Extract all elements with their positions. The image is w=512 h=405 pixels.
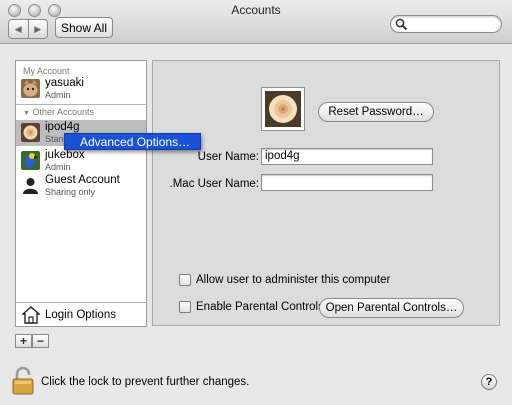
add-account-button[interactable]: +	[15, 334, 32, 348]
help-button[interactable]: ?	[481, 374, 497, 390]
parental-controls-label: Enable Parental Controls	[196, 301, 324, 313]
allow-admin-label: Allow user to administer this computer	[196, 274, 391, 286]
mac-user-name-field[interactable]	[261, 174, 433, 191]
lock-icon[interactable]	[11, 366, 35, 396]
account-name: jukebox	[45, 149, 85, 161]
rose-avatar-icon	[21, 123, 40, 142]
parrot-avatar-icon	[21, 151, 40, 170]
my-account-header: My Account	[23, 66, 70, 76]
account-name: ipod4g	[45, 121, 80, 133]
rose-picture-icon	[265, 91, 301, 127]
allow-admin-checkbox[interactable]	[179, 274, 191, 286]
account-role: Sharing only	[45, 187, 96, 197]
user-picture[interactable]	[261, 87, 305, 131]
account-row-jukebox[interactable]: jukebox Admin	[16, 148, 146, 174]
account-name: Guest Account	[45, 174, 120, 186]
person-silhouette-icon	[23, 178, 38, 194]
other-accounts-label: Other Accounts	[32, 107, 94, 117]
house-icon	[22, 306, 40, 324]
lock-status-text: Click the lock to prevent further change…	[41, 376, 250, 388]
context-menu: Advanced Options…	[64, 133, 201, 150]
open-parental-controls-button[interactable]: Open Parental Controls…	[319, 298, 464, 318]
account-role: Admin	[45, 162, 71, 172]
parental-controls-checkbox[interactable]	[179, 301, 191, 313]
show-all-button[interactable]: Show All	[55, 17, 113, 38]
user-name-label: User Name:	[197, 151, 259, 163]
back-icon[interactable]: ◀	[9, 20, 28, 38]
window-toolbar: Accounts ◀ ▶ Show All	[0, 0, 512, 44]
account-row-guest[interactable]: Guest Account Sharing only	[16, 173, 146, 199]
navigation-control: ◀ ▶	[8, 19, 48, 39]
account-detail-panel: Reset Password… User Name: ipod4g .Mac U…	[152, 60, 500, 326]
search-icon	[395, 18, 408, 31]
accounts-list: My Account yasuaki Admin ▼ Other Account…	[15, 60, 147, 327]
login-options-item[interactable]: Login Options	[16, 302, 146, 326]
other-accounts-header: ▼ Other Accounts	[23, 107, 94, 117]
divider	[16, 104, 146, 105]
user-name-field[interactable]: ipod4g	[261, 148, 433, 165]
forward-icon[interactable]: ▶	[27, 20, 48, 38]
reset-password-button[interactable]: Reset Password…	[318, 102, 434, 122]
mac-user-name-label: .Mac User Name:	[169, 178, 259, 190]
advanced-options-menu-item[interactable]: Advanced Options…	[80, 135, 190, 149]
cat-avatar-icon	[21, 79, 40, 98]
account-name: yasuaki	[45, 77, 84, 89]
login-options-label: Login Options	[45, 309, 116, 321]
account-row-yasuaki[interactable]: yasuaki Admin	[16, 76, 146, 102]
disclosure-triangle-icon[interactable]: ▼	[23, 110, 30, 117]
account-role: Admin	[45, 90, 71, 100]
search-input[interactable]	[390, 15, 502, 33]
remove-account-button[interactable]: −	[32, 334, 49, 348]
